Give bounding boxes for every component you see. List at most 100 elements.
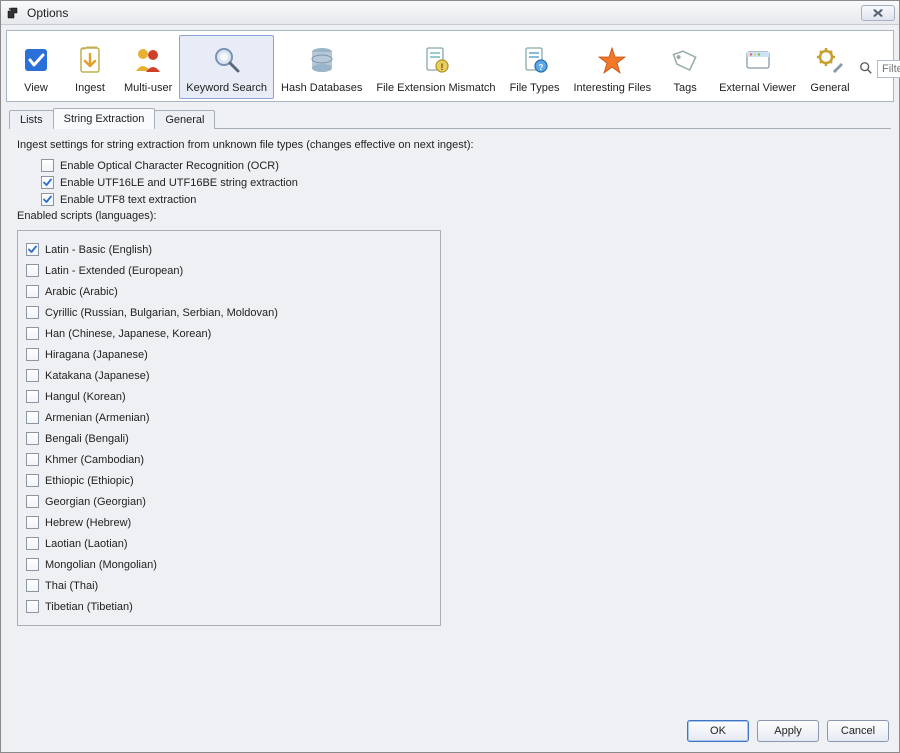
option-label: Enable UTF16LE and UTF16BE string extrac… [60, 177, 298, 189]
toolbar-item-hash-databases[interactable]: Hash Databases [274, 35, 369, 99]
toolbar-item-interesting-files[interactable]: Interesting Files [567, 35, 659, 99]
window-close-button[interactable] [861, 5, 895, 21]
toolbar-item-label: Multi-user [124, 82, 172, 94]
ok-button[interactable]: OK [687, 720, 749, 742]
checkbox-mongolian[interactable] [26, 558, 39, 571]
script-row-hiragana: Hiragana (Japanese) [24, 344, 434, 365]
script-row-tibetian: Tibetian (Tibetian) [24, 596, 434, 617]
script-label: Khmer (Cambodian) [45, 454, 144, 466]
toolbar-item-keyword-search[interactable]: Keyword Search [179, 35, 274, 99]
toolbar-item-external-viewer[interactable]: External Viewer [712, 35, 803, 99]
script-label: Katakana (Japanese) [45, 370, 150, 382]
toolbar-item-label: Keyword Search [186, 82, 267, 94]
toolbar-item-label: General [810, 82, 849, 94]
checkbox-utf8[interactable] [41, 193, 54, 206]
script-label: Hangul (Korean) [45, 391, 126, 403]
toolbar-container: View Ingest Multi-user Keyword Search Hash D… [6, 30, 894, 102]
checkbox-katakana[interactable] [26, 369, 39, 382]
script-row-arabic: Arabic (Arabic) [24, 281, 434, 302]
scripts-label: Enabled scripts (languages): [17, 210, 883, 222]
toolbar-item-general[interactable]: General [803, 35, 857, 99]
svg-text:!: ! [440, 62, 443, 72]
script-label: Tibetian (Tibetian) [45, 601, 133, 613]
toolbar-item-label: Tags [674, 82, 697, 94]
script-label: Bengali (Bengali) [45, 433, 129, 445]
checkbox-bengali[interactable] [26, 432, 39, 445]
window-icon [738, 40, 778, 80]
checkbox-armenian[interactable] [26, 411, 39, 424]
filter-input[interactable] [877, 60, 900, 78]
toolbar-item-label: View [24, 82, 48, 94]
script-label: Ethiopic (Ethiopic) [45, 475, 134, 487]
script-label: Armenian (Armenian) [45, 412, 150, 424]
script-row-hangul: Hangul (Korean) [24, 386, 434, 407]
option-row-utf8: Enable UTF8 text extraction [41, 193, 883, 206]
toolbar-item-label: Ingest [75, 82, 105, 94]
script-row-thai: Thai (Thai) [24, 575, 434, 596]
database-icon [302, 40, 342, 80]
checkbox-hangul[interactable] [26, 390, 39, 403]
search-icon [859, 61, 873, 78]
option-row-ocr: Enable Optical Character Recognition (OC… [41, 159, 883, 172]
tabs-row: ListsString ExtractionGeneral [9, 107, 891, 129]
options-window: Options View Ingest Multi-user Keyword Sear… [0, 0, 900, 753]
script-row-latin-extended: Latin - Extended (European) [24, 260, 434, 281]
checkbox-han[interactable] [26, 327, 39, 340]
checkbox-utf16[interactable] [41, 176, 54, 189]
option-label: Enable Optical Character Recognition (OC… [60, 160, 279, 172]
toolbar-item-label: External Viewer [719, 82, 796, 94]
checkbox-tibetian[interactable] [26, 600, 39, 613]
mismatch-icon: ! [416, 40, 456, 80]
checkbox-thai[interactable] [26, 579, 39, 592]
filter-area [859, 31, 900, 101]
checkbox-cyrillic[interactable] [26, 306, 39, 319]
script-label: Laotian (Laotian) [45, 538, 128, 550]
search-icon [207, 40, 247, 80]
toolbar-item-label: Interesting Files [574, 82, 652, 94]
checkbox-latin-basic[interactable] [26, 243, 39, 256]
toolbar-item-label: File Extension Mismatch [376, 82, 495, 94]
checkbox-ocr[interactable] [41, 159, 54, 172]
script-label: Mongolian (Mongolian) [45, 559, 157, 571]
gear-icon [810, 40, 850, 80]
toolbar-item-file-extension-mismatch[interactable]: ! File Extension Mismatch [369, 35, 502, 99]
option-row-utf16: Enable UTF16LE and UTF16BE string extrac… [41, 176, 883, 189]
checkbox-latin-extended[interactable] [26, 264, 39, 277]
multiuser-icon [128, 40, 168, 80]
script-label: Latin - Extended (European) [45, 265, 183, 277]
toolbar-item-file-types[interactable]: ?File Types [503, 35, 567, 99]
checkbox-khmer[interactable] [26, 453, 39, 466]
checkbox-georgian[interactable] [26, 495, 39, 508]
script-row-latin-basic: Latin - Basic (English) [24, 239, 434, 260]
script-row-cyrillic: Cyrillic (Russian, Bulgarian, Serbian, M… [24, 302, 434, 323]
checkbox-arabic[interactable] [26, 285, 39, 298]
script-row-georgian: Georgian (Georgian) [24, 491, 434, 512]
script-row-armenian: Armenian (Armenian) [24, 407, 434, 428]
script-label: Georgian (Georgian) [45, 496, 146, 508]
scripts-listbox: Latin - Basic (English) Latin - Extended … [17, 230, 441, 626]
apply-button[interactable]: Apply [757, 720, 819, 742]
tab-lists[interactable]: Lists [9, 110, 54, 129]
toolbar-item-label: Hash Databases [281, 82, 362, 94]
script-row-han: Han (Chinese, Japanese, Korean) [24, 323, 434, 344]
toolbar-item-multi-user[interactable]: Multi-user [117, 35, 179, 99]
window-title: Options [27, 6, 855, 20]
tab-string-extraction[interactable]: String Extraction [53, 108, 156, 129]
script-label: Hiragana (Japanese) [45, 349, 148, 361]
toolbar-item-ingest[interactable]: Ingest [63, 35, 117, 99]
script-label: Arabic (Arabic) [45, 286, 118, 298]
script-row-katakana: Katakana (Japanese) [24, 365, 434, 386]
category-toolbar: View Ingest Multi-user Keyword Search Hash D… [7, 31, 859, 101]
cancel-button[interactable]: Cancel [827, 720, 889, 742]
checkbox-laotian[interactable] [26, 537, 39, 550]
toolbar-item-tags[interactable]: Tags [658, 35, 712, 99]
checkbox-ethiopic[interactable] [26, 474, 39, 487]
tab-general[interactable]: General [154, 110, 215, 129]
toolbar-item-view[interactable]: View [9, 35, 63, 99]
extraction-options: Enable Optical Character Recognition (OC… [17, 159, 883, 206]
script-label: Latin - Basic (English) [45, 244, 152, 256]
checkbox-hebrew[interactable] [26, 516, 39, 529]
script-label: Cyrillic (Russian, Bulgarian, Serbian, M… [45, 307, 278, 319]
checkbox-hiragana[interactable] [26, 348, 39, 361]
toolbar-item-label: File Types [510, 82, 560, 94]
